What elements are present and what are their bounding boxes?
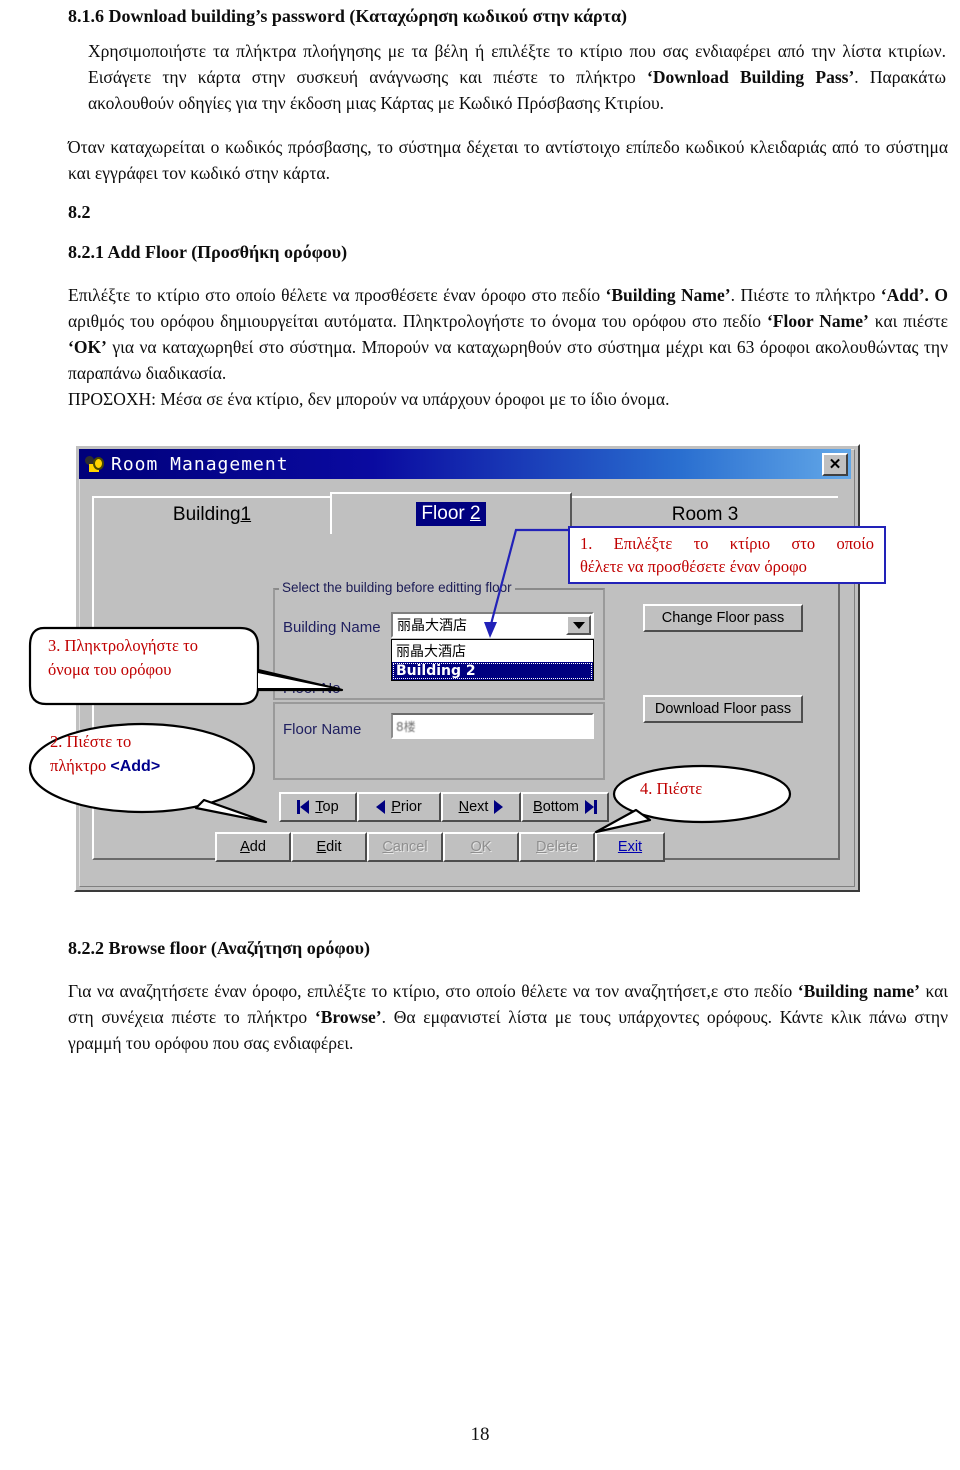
callout-4-text: 4. Πιέστε — [640, 777, 780, 801]
callout-2-line-2: πλήκτρο <Add> — [50, 756, 161, 775]
cancel-button: Cancel — [367, 832, 443, 862]
key-icon — [84, 453, 106, 475]
document-page: 8.1.6 Download building’s password (Κατα… — [0, 0, 960, 1470]
download-floor-pass-button[interactable]: Download Floor pass — [643, 695, 803, 723]
callout-3-line-2: όνομα του ορόφου — [48, 660, 172, 679]
section-heading-8-2: 8.2 — [68, 202, 91, 222]
tab-floor-label: Floor 2 — [416, 502, 486, 526]
nav-prior-label: Prior — [391, 799, 422, 815]
record-navigation-row: Top Prior Next Bottom — [279, 792, 609, 822]
tab-building-label: Building — [172, 504, 241, 525]
callout-2-text: 2. Πιέστε το πλήκτρο <Add> — [50, 730, 240, 779]
paragraph-8-2-2: Για να αναζητήσετε έναν όροφο, επιλέξτε … — [68, 978, 948, 1056]
p821-b1: ‘Building Name’ — [605, 285, 731, 305]
dropdown-option-1[interactable]: Building 2 — [392, 662, 593, 680]
p821-e: και πιέστε — [868, 311, 948, 331]
nav-top-label: Top — [315, 799, 339, 815]
nav-next-button[interactable]: Next — [441, 792, 521, 822]
nav-next-label: Next — [458, 799, 489, 815]
p822-b2: ‘Browse’ — [314, 1007, 382, 1027]
tab-building-accel: 1 — [240, 504, 252, 525]
nav-prior-button[interactable]: Prior — [357, 792, 441, 822]
callout-1-line-1: 1. Επιλέξτε το κτίριο στο οποίο — [580, 534, 874, 553]
section-heading-8-2-1: 8.2.1 Add Floor (Προσθήκη ορόφου) — [68, 242, 348, 262]
p821-b3: ‘Floor Name’ — [766, 311, 869, 331]
callout-2-line-1: 2. Πιέστε το — [50, 732, 132, 751]
p821-d: αριθμός του ορόφου δημιουργείται αυτόματ… — [68, 311, 767, 331]
nav-bottom-label: Bottom — [533, 799, 579, 815]
callout-1: 1. Επιλέξτε το κτίριο στο οποίο θέλετε ν… — [568, 526, 886, 584]
floor-name-value: 8楼 — [396, 719, 416, 734]
p821-c: . Πιέστε το πλήκτρο — [730, 285, 881, 305]
p821-b4: ‘OK’ — [68, 337, 107, 357]
page-number: 18 — [470, 1424, 490, 1445]
delete-button: Delete — [519, 832, 595, 862]
close-icon[interactable]: ✕ — [822, 452, 848, 476]
paragraph-8-1-6: Χρησιμοποιήστε τα πλήκτρα πλοήγησης με τ… — [88, 38, 946, 116]
callout-3-line-1: 3. Πληκτρολογήστε το — [48, 636, 198, 655]
p821-a: Επιλέξτε το κτίριο στο οποίο θέλετε να π… — [68, 285, 606, 305]
callout-2-key: <Add> — [110, 758, 161, 775]
window-title: Room Management — [111, 453, 289, 475]
floor-name-input[interactable]: 8楼 — [391, 713, 594, 739]
p821-warning: ΠΡΟΣΟΧΗ: Μέσα σε ένα κτίριο, δεν μπορούν… — [68, 389, 670, 409]
ok-button: OK — [443, 832, 519, 862]
paragraph-8-1-6-bold: ‘Download Building Pass’ — [647, 67, 855, 87]
section-heading-8-1-6: 8.1.6 Download building’s password (Κατα… — [68, 6, 627, 26]
callout-4-line-1: 4. Πιέστε — [640, 779, 703, 798]
window-titlebar: Room Management ✕ — [79, 449, 851, 479]
prev-record-icon — [376, 800, 386, 814]
tab-room-label: Room 3 — [671, 504, 739, 525]
p822-a: Για να αναζητήσετε έναν όροφο, επιλέξτε … — [68, 981, 798, 1001]
callout-4-bubble — [594, 764, 792, 834]
p821-b2: ‘Add’. Ο — [880, 285, 948, 305]
callout-3-text: 3. Πληκτρολογήστε το όνομα του ορόφου — [48, 634, 248, 682]
tab-building[interactable]: Building 1 — [92, 496, 332, 532]
p822-b1: ‘Building name’ — [797, 981, 920, 1001]
callout-1-line-2: θέλετε να προσθέσετε έναν όροφο — [580, 557, 807, 576]
edit-button[interactable]: Edit — [291, 832, 367, 862]
paragraph-8-2-1: Επιλέξτε το κτίριο στο οποίο θέλετε να π… — [68, 282, 948, 412]
building-name-value: 丽晶大酒店 — [397, 618, 467, 634]
add-button[interactable]: Add — [215, 832, 291, 862]
paragraph-password-note: Όταν καταχωρείται ο κωδικός πρόσβασης, τ… — [68, 137, 948, 183]
section-heading-8-2-2: 8.2.2 Browse floor (Αναζήτηση ορόφου) — [68, 938, 370, 958]
next-record-icon — [494, 800, 504, 814]
p821-f: για να καταχωρηθεί στο σύστημα. Μπορούν … — [68, 337, 948, 383]
